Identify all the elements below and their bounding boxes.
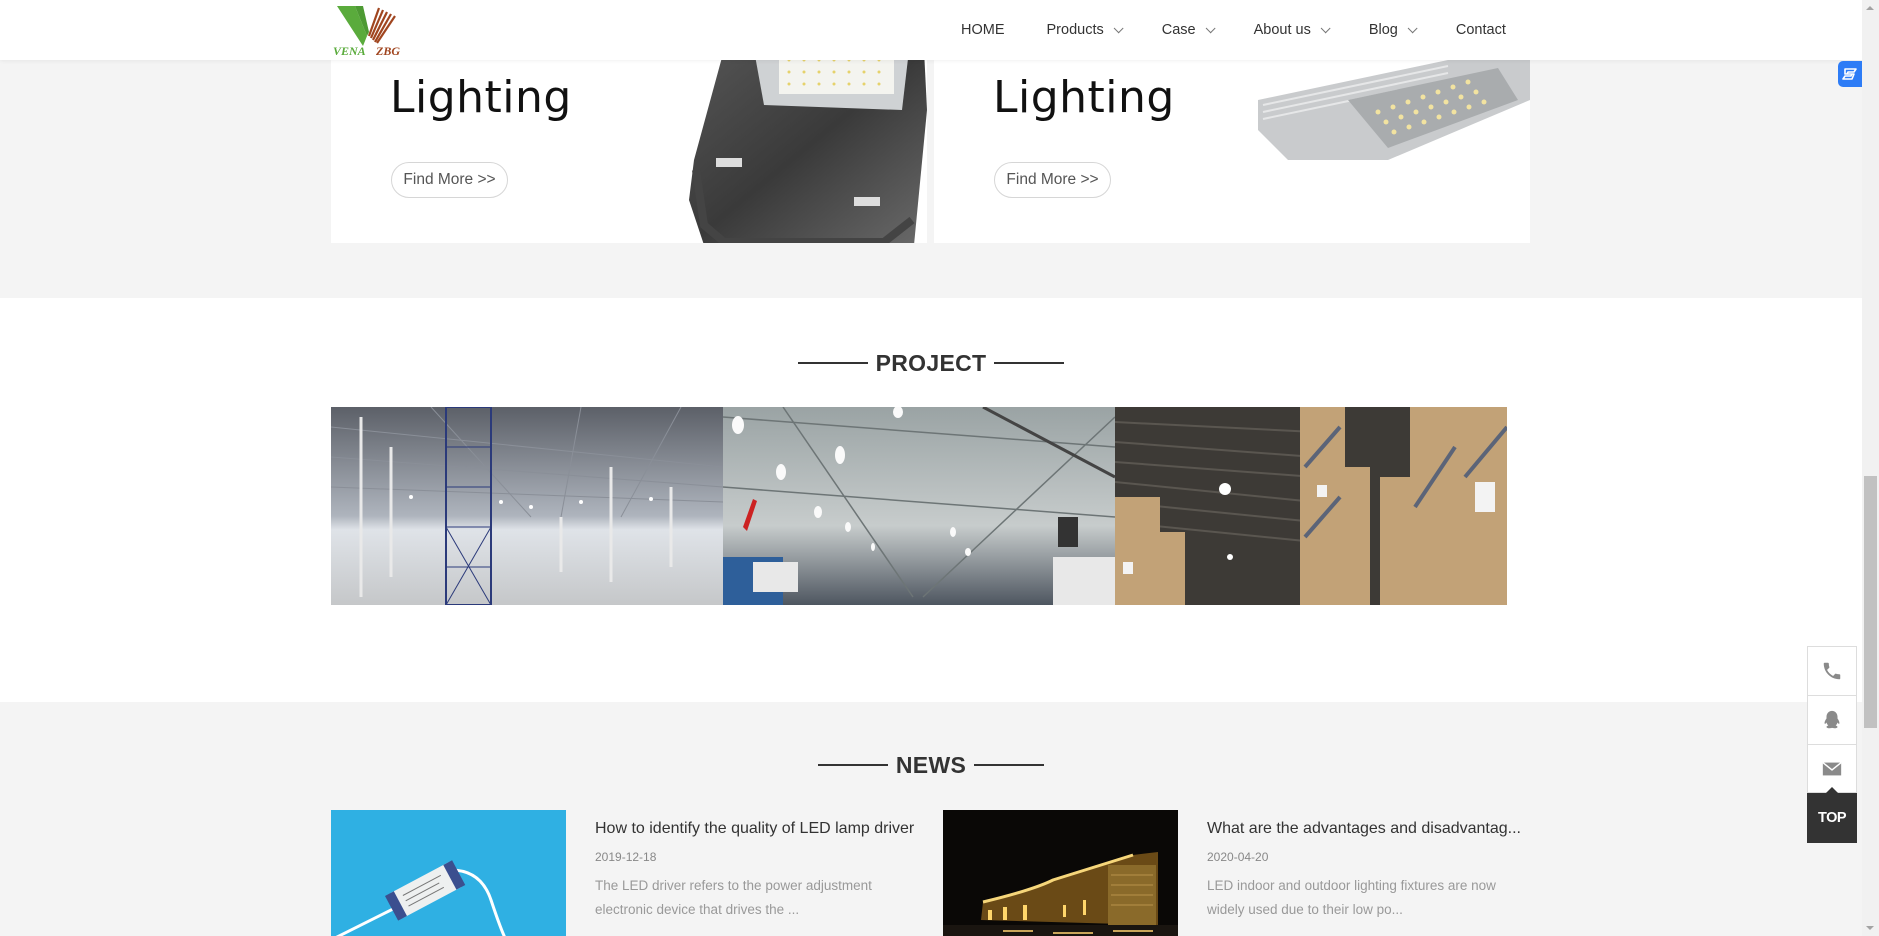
find-more-button[interactable]: Find More >>: [391, 162, 508, 198]
translate-button[interactable]: [1838, 61, 1862, 87]
phone-button[interactable]: [1807, 646, 1857, 695]
project-image-paper-warehouse[interactable]: [1115, 407, 1507, 605]
email-button[interactable]: [1807, 744, 1857, 793]
nav-about-us[interactable]: About us: [1233, 0, 1348, 60]
project-image-workshop[interactable]: [723, 407, 1115, 605]
news-item[interactable]: How to identify the quality of LED lamp …: [331, 810, 931, 936]
scroll-down-arrow-icon[interactable]: [1866, 926, 1874, 930]
scrollbar-thumb[interactable]: [1864, 476, 1877, 728]
project-gallery: [331, 407, 1507, 605]
qq-penguin-icon: [1824, 710, 1840, 729]
news-date: 2020-04-20: [1207, 850, 1269, 864]
nav-label: Blog: [1368, 22, 1398, 38]
news-title-text: NEWS: [895, 752, 967, 778]
nav-label: Case: [1161, 22, 1196, 38]
nav-label: Products: [1046, 22, 1104, 38]
news-title[interactable]: How to identify the quality of LED lamp …: [595, 820, 925, 838]
title-dash-right: [974, 763, 1045, 766]
warehouse-image: [331, 407, 723, 605]
nav-contact[interactable]: Contact: [1435, 0, 1527, 60]
logo[interactable]: VENA ZBG: [333, 2, 407, 58]
news-item[interactable]: What are the advantages and disadvantag.…: [943, 810, 1543, 936]
news-title: NEWS: [0, 752, 1862, 779]
qq-button[interactable]: [1807, 695, 1857, 744]
back-to-top-button[interactable]: TOP: [1807, 787, 1857, 843]
svg-text:ZBG: ZBG: [375, 44, 400, 58]
news-excerpt: The LED driver refers to the power adjus…: [595, 878, 872, 917]
title-dash-left: [797, 361, 868, 364]
chevron-down-icon: [1205, 22, 1216, 33]
nav-label: Contact: [1455, 22, 1506, 38]
project-title: PROJECT: [0, 350, 1862, 377]
flood-light-image[interactable]: [684, 60, 927, 243]
nav-products[interactable]: Products: [1026, 0, 1141, 60]
product-panel-flood-light: Lighting Find More >>: [331, 60, 927, 243]
panel-headline: Lighting: [390, 72, 572, 123]
nav-label: HOME: [961, 22, 1005, 38]
building-night-image: [943, 810, 1178, 936]
svg-text:VENA: VENA: [333, 44, 366, 58]
news-thumbnail[interactable]: [943, 810, 1178, 936]
site-header: VENA ZBG HOME Products Case About us Blo…: [0, 0, 1862, 60]
main-nav: HOME Products Case About us Blog Contact: [940, 0, 1527, 60]
floating-contact-bar: TOP: [1807, 646, 1857, 843]
nav-blog[interactable]: Blog: [1348, 0, 1435, 60]
news-date: 2019-12-18: [595, 850, 657, 864]
paper-warehouse-image: [1115, 407, 1507, 605]
news-excerpt: LED indoor and outdoor lighting fixtures…: [1207, 878, 1496, 917]
scroll-up-arrow-icon[interactable]: [1866, 6, 1874, 10]
project-title-text: PROJECT: [875, 350, 987, 376]
translate-icon: [1841, 68, 1857, 80]
project-section: PROJECT: [0, 298, 1862, 702]
phone-icon: [1823, 662, 1841, 680]
news-thumbnail[interactable]: [331, 810, 566, 936]
chevron-down-icon: [1320, 22, 1331, 33]
chevron-down-icon: [1407, 22, 1418, 33]
logo-icon: VENA ZBG: [333, 6, 400, 58]
product-band: [0, 60, 1862, 298]
page-scrollbar[interactable]: [1862, 0, 1879, 936]
chevron-down-icon: [1113, 22, 1124, 33]
find-more-button[interactable]: Find More >>: [994, 162, 1111, 198]
panel-headline: Lighting: [993, 72, 1175, 123]
product-panel-street-light: Lighting Find More >>: [934, 60, 1530, 243]
nav-label: About us: [1253, 22, 1311, 38]
nav-case[interactable]: Case: [1141, 0, 1233, 60]
nav-home[interactable]: HOME: [940, 0, 1026, 60]
title-dash-left: [817, 763, 888, 766]
mail-icon: [1822, 761, 1842, 775]
street-light-image[interactable]: [1248, 60, 1530, 170]
led-driver-image: [331, 810, 566, 936]
title-dash-right: [994, 361, 1065, 364]
project-image-warehouse[interactable]: [331, 407, 723, 605]
news-section: NEWS How to identify the quality of LED …: [0, 702, 1862, 936]
news-title[interactable]: What are the advantages and disadvantag.…: [1207, 820, 1537, 838]
workshop-image: [723, 407, 1115, 605]
